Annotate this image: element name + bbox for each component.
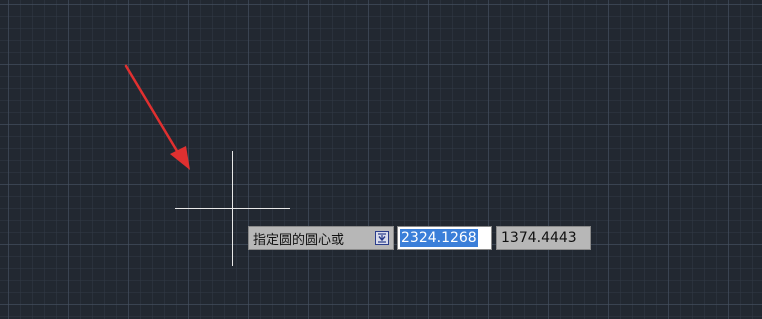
y-coordinate-value: 1374.4443 <box>501 230 577 246</box>
crosshair-vertical <box>232 151 233 266</box>
prompt-text: 指定圆的圆心或 <box>253 232 345 248</box>
y-coordinate-input[interactable]: 1374.4443 <box>496 226 591 250</box>
drawing-canvas[interactable]: 指定圆的圆心或 2324.1268 1374.4443 <box>0 0 762 319</box>
red-arrow-annotation <box>124 64 190 170</box>
dynamic-input-prompt: 指定圆的圆心或 <box>248 226 394 250</box>
x-coordinate-value: 2324.1268 <box>400 229 478 247</box>
x-coordinate-input[interactable]: 2324.1268 <box>397 226 492 250</box>
options-arrow-icon[interactable] <box>375 231 389 245</box>
